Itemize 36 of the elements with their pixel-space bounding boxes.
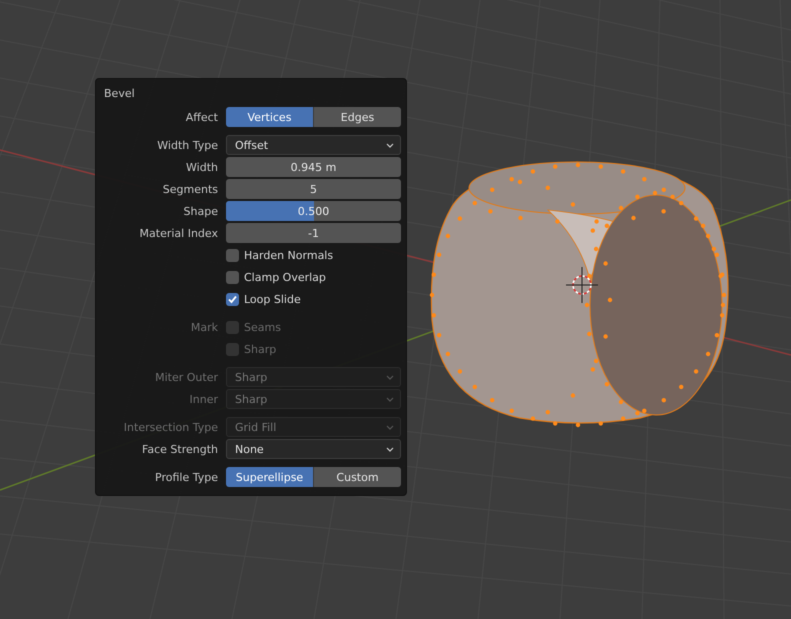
field-label: Profile Type xyxy=(155,470,218,484)
field-label: Segments xyxy=(162,182,218,196)
3d-cursor-icon xyxy=(566,266,598,304)
field-label: Face Strength xyxy=(142,442,218,456)
chevron-icon xyxy=(386,424,394,430)
chevron-icon xyxy=(386,446,394,452)
dropdown[interactable]: Offset xyxy=(226,135,401,155)
checkbox[interactable] xyxy=(226,292,239,306)
checkbox[interactable] xyxy=(226,270,239,284)
checkbox-label: Clamp Overlap xyxy=(244,270,326,284)
dropdown[interactable]: None xyxy=(226,439,401,459)
number-field[interactable]: -1 xyxy=(226,223,401,243)
toggle-option[interactable]: Edges xyxy=(314,107,401,127)
checkbox-label: Seams xyxy=(244,320,281,334)
panel-title: Bevel xyxy=(104,86,136,102)
field-label: Intersection Type xyxy=(124,420,218,434)
field-label: Mark xyxy=(190,320,218,334)
number-field[interactable]: 5 xyxy=(226,179,401,199)
toggle-option[interactable]: Custom xyxy=(314,467,401,487)
field-label: Affect xyxy=(186,110,218,124)
number-field[interactable]: 0.945 m xyxy=(226,157,401,177)
checkbox-label: Harden Normals xyxy=(244,248,334,262)
field-label: Material Index xyxy=(140,226,218,240)
field-label: Shape xyxy=(184,204,218,218)
field-label: Miter Outer xyxy=(155,370,218,384)
field-label: Width Type xyxy=(157,138,218,152)
chevron-icon xyxy=(386,374,394,380)
field-label: Inner xyxy=(190,392,218,406)
checkbox[interactable] xyxy=(226,248,239,262)
toggle-option[interactable]: Superellipse xyxy=(226,467,314,487)
field-label: Width xyxy=(186,160,218,174)
chevron-icon xyxy=(386,142,394,148)
checkbox-label: Loop Slide xyxy=(244,292,301,306)
chevron-icon xyxy=(386,396,394,402)
toggle-option[interactable]: Vertices xyxy=(226,107,314,127)
checkbox-label: Sharp xyxy=(244,342,276,356)
